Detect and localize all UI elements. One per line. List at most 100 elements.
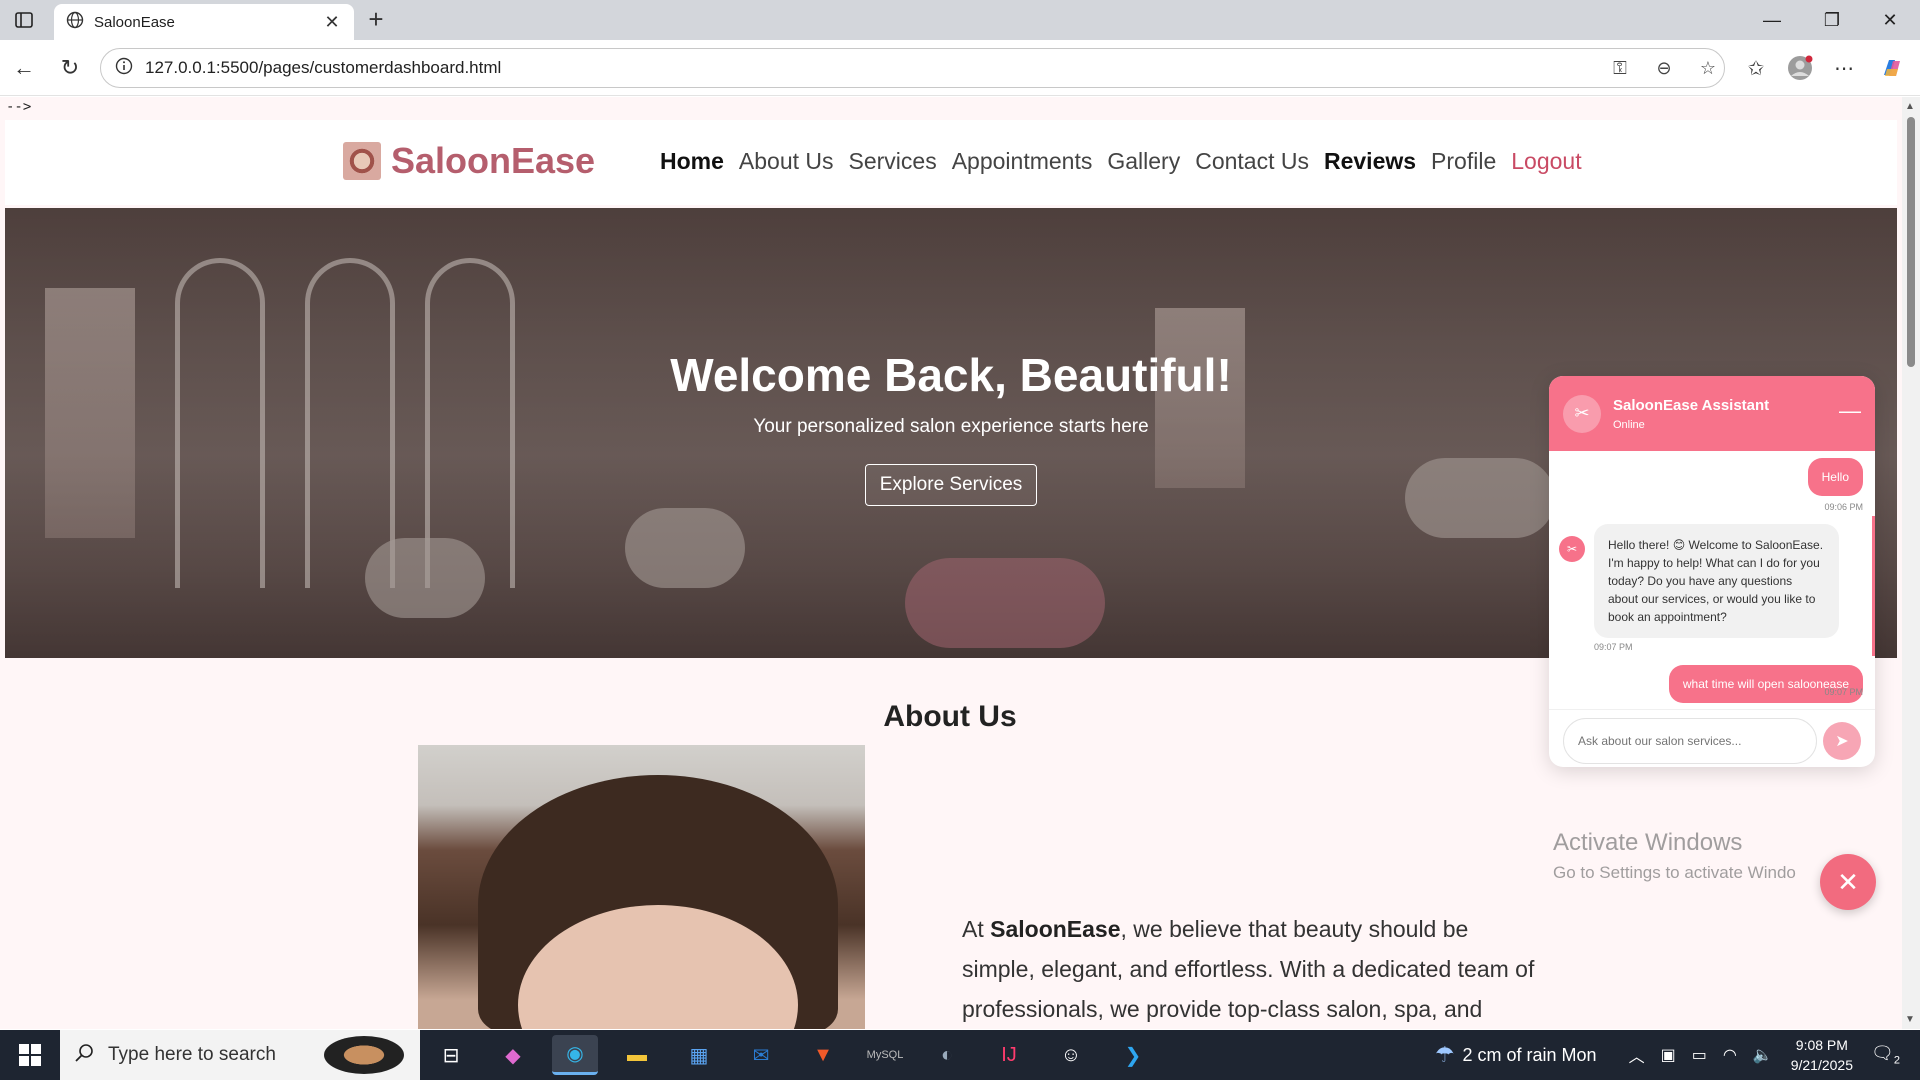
chat-widget: ✂ SaloonEase Assistant Online — Hello 09…: [1549, 376, 1875, 767]
chat-assistant-name: SaloonEase Assistant: [1613, 396, 1770, 414]
key-icon[interactable]: ⚿: [1604, 58, 1636, 79]
user-message: what time will open salooneasе: [1668, 665, 1863, 703]
battery-icon[interactable]: ▭: [1692, 1045, 1707, 1065]
activate-windows-watermark: Activate Windows Go to Settings to activ…: [1553, 829, 1796, 883]
more-icon[interactable]: ⋯: [1828, 52, 1860, 84]
notification-count: 2: [1893, 1054, 1900, 1067]
main-nav: Home About Us Services Appointments Gall…: [660, 148, 1582, 175]
nav-gallery[interactable]: Gallery: [1107, 148, 1180, 175]
message-time: 09:07 PM: [1594, 642, 1633, 652]
bot-message: Hello there! 😊 Welcome to SaloonEase. I'…: [1594, 524, 1839, 638]
clock[interactable]: 9:08 PM 9/21/2025: [1791, 1035, 1853, 1075]
about-brand: SaloonEase: [990, 916, 1121, 942]
scissors-icon: ✂: [1563, 394, 1601, 433]
url-field[interactable]: 127.0.0.1:5500/pages/customerdashboard.h…: [100, 48, 1725, 88]
url-text: 127.0.0.1:5500/pages/customerdashboard.h…: [145, 58, 502, 77]
ollama-icon[interactable]: ☺: [1048, 1035, 1094, 1075]
scroll-down-icon[interactable]: ▼: [1905, 1014, 1915, 1025]
page-scrollbar[interactable]: ▲ ▼: [1902, 97, 1920, 1029]
rain-umbrella-icon[interactable]: ☂: [1435, 1042, 1455, 1068]
favorite-star-icon[interactable]: ☆: [1692, 58, 1724, 79]
notification-icon[interactable]: 🗨2: [1871, 1043, 1900, 1067]
restore-icon[interactable]: ❐: [1812, 6, 1852, 34]
about-text: At SaloonEase, we believe that beauty sh…: [962, 909, 1542, 1029]
tab-close-icon[interactable]: ✕: [322, 12, 342, 33]
hero-bg-ottoman: [905, 558, 1105, 648]
chat-header: ✂ SaloonEase Assistant Online —: [1549, 376, 1875, 451]
clock-time: 9:08 PM: [1795, 1037, 1848, 1053]
search-icon: [74, 1043, 94, 1068]
nav-profile[interactable]: Profile: [1431, 148, 1496, 175]
chevron-up-icon[interactable]: ︿: [1629, 1043, 1645, 1067]
nav-home[interactable]: Home: [660, 148, 724, 175]
chat-status: Online: [1613, 418, 1645, 431]
windows-start-icon[interactable]: [0, 1030, 60, 1080]
scroll-up-icon[interactable]: ▲: [1905, 101, 1915, 112]
stray-comment-text: -->: [6, 99, 32, 115]
browser-tab[interactable]: SaloonEase ✕: [54, 4, 354, 40]
system-tray: ☂ 2 cm of rain Mon ︿ ▣ ▭ ◠ 🔈 9:08 PM 9/2…: [1427, 1030, 1920, 1080]
brave-icon[interactable]: ▼: [800, 1035, 846, 1075]
site-header: SaloonEase Home About Us Services Appoin…: [5, 120, 1897, 205]
message-time: 09:07 PM: [1824, 687, 1863, 697]
clock-date: 9/21/2025: [1790, 1057, 1854, 1073]
volume-icon[interactable]: 🔈: [1753, 1045, 1773, 1065]
scroll-thumb[interactable]: [1907, 117, 1915, 367]
nav-appointments[interactable]: Appointments: [952, 148, 1093, 175]
microsoft-store-icon[interactable]: ▦: [676, 1035, 722, 1075]
bot-scissors-icon: ✂: [1559, 536, 1585, 562]
new-tab-icon[interactable]: +: [362, 6, 390, 34]
logo[interactable]: SaloonEase: [343, 140, 595, 182]
weather-text[interactable]: 2 cm of rain Mon: [1463, 1045, 1597, 1066]
globe-icon: [66, 11, 84, 34]
reload-icon[interactable]: ↻: [54, 52, 86, 84]
chat-messages[interactable]: Hello 09:06 PM ✂ Hello there! 😊 Welcome …: [1549, 451, 1875, 703]
watermark-title: Activate Windows: [1553, 829, 1743, 856]
minimize-icon[interactable]: —: [1752, 6, 1792, 34]
close-window-icon[interactable]: ✕: [1870, 6, 1910, 34]
search-placeholder: Type here to search: [108, 1044, 276, 1065]
send-icon[interactable]: ➤: [1823, 722, 1861, 760]
vscode-icon[interactable]: ❯: [1110, 1035, 1156, 1075]
wifi-icon[interactable]: ◠: [1723, 1045, 1737, 1065]
copilot-taskbar-icon[interactable]: ◆: [490, 1035, 536, 1075]
saturn-search-highlight-icon: [324, 1036, 404, 1074]
copilot-icon[interactable]: [1876, 52, 1908, 84]
hero-bg-chair: [625, 508, 745, 588]
chat-input[interactable]: [1563, 718, 1817, 764]
edge-icon[interactable]: ◉: [552, 1035, 598, 1075]
nav-about-us[interactable]: About Us: [739, 148, 834, 175]
zoom-icon[interactable]: ⊖: [1648, 58, 1680, 79]
watermark-subtitle: Go to Settings to activate Windo: [1553, 863, 1796, 882]
info-icon[interactable]: [115, 57, 133, 80]
close-icon: ✕: [1837, 866, 1859, 897]
message-time: 09:06 PM: [1824, 502, 1863, 512]
about-image: [418, 745, 865, 1029]
explore-services-button[interactable]: Explore Services: [864, 464, 1038, 506]
nav-reviews[interactable]: Reviews: [1324, 148, 1416, 175]
chat-scrollbar[interactable]: [1872, 516, 1875, 656]
nav-services[interactable]: Services: [849, 148, 937, 175]
windows-taskbar: Type here to search ⊟ ◆ ◉ ▬ ▦ ✉ ▼ MySQL …: [0, 1030, 1920, 1080]
outlook-icon[interactable]: ✉: [738, 1035, 784, 1075]
mysql-icon[interactable]: MySQL: [862, 1035, 908, 1075]
eclipse-icon[interactable]: ◐: [924, 1035, 970, 1075]
task-view-icon[interactable]: ⊟: [428, 1035, 474, 1075]
hero-bg-chair: [365, 538, 485, 618]
nav-contact-us[interactable]: Contact Us: [1195, 148, 1309, 175]
chat-minimize-icon[interactable]: —: [1839, 398, 1861, 424]
file-explorer-icon[interactable]: ▬: [614, 1035, 660, 1075]
tab-actions-icon[interactable]: [10, 6, 38, 34]
profile-avatar-icon[interactable]: [1784, 52, 1816, 84]
nav-logout[interactable]: Logout: [1511, 148, 1581, 175]
taskbar-search[interactable]: Type here to search: [60, 1030, 420, 1080]
tab-title: SaloonEase: [94, 13, 175, 31]
chat-close-button[interactable]: ✕: [1820, 854, 1876, 910]
favorites-icon[interactable]: ✩: [1740, 52, 1772, 84]
user-message: Hello: [1807, 458, 1863, 496]
about-text-prefix: At: [962, 916, 991, 942]
meet-icon[interactable]: ▣: [1661, 1045, 1676, 1065]
back-icon[interactable]: ←: [8, 52, 40, 84]
logo-text: SaloonEase: [391, 140, 596, 181]
intellij-icon[interactable]: IJ: [986, 1035, 1032, 1075]
